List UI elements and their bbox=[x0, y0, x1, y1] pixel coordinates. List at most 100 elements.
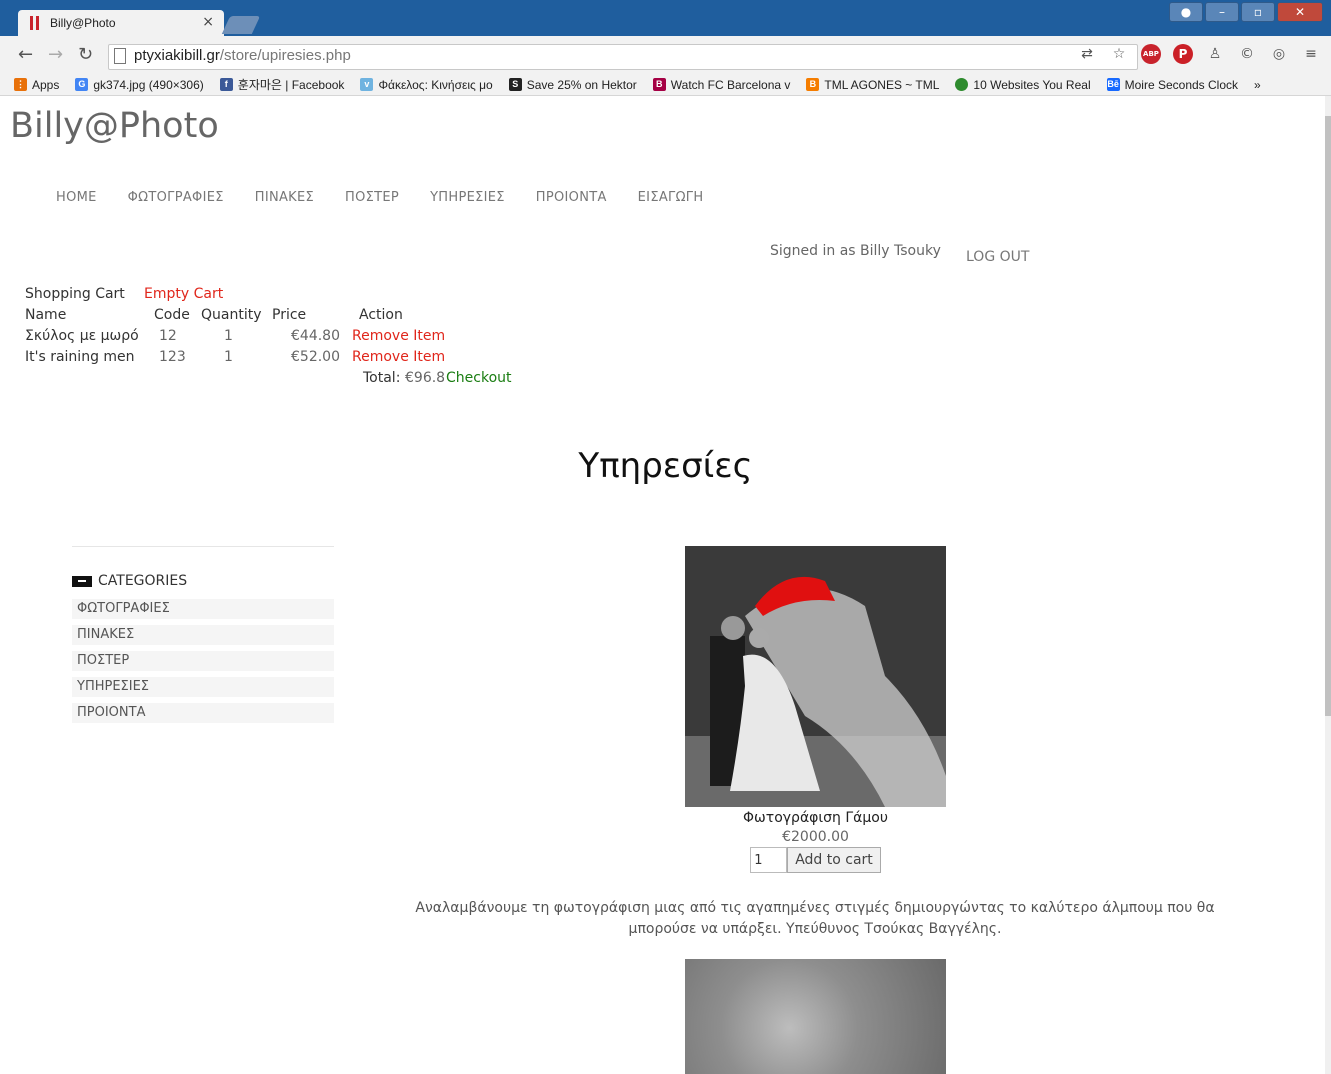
tab-close-icon[interactable]: × bbox=[202, 14, 214, 30]
second-product-photo[interactable] bbox=[685, 959, 946, 1074]
page-title: Υπηρεσίες bbox=[578, 446, 753, 486]
pinterest-icon[interactable]: P bbox=[1173, 44, 1193, 64]
extension-circle-icon[interactable]: ◎ bbox=[1269, 46, 1289, 62]
categories-sidebar: CATEGORIES ΦΩΤΟΓΡΑΦΙΕΣ ΠΙΝΑΚΕΣ ΠΟΣΤΕΡ ΥΠ… bbox=[72, 546, 334, 729]
category-photographs[interactable]: ΦΩΤΟΓΡΑΦΙΕΣ bbox=[72, 599, 334, 619]
bookmark-10-websites[interactable]: 10 Websites You Real bbox=[955, 78, 1091, 92]
barcelona-icon: B bbox=[652, 78, 666, 91]
remove-item-link[interactable]: Remove Item bbox=[352, 328, 445, 344]
nav-home[interactable]: HOME bbox=[56, 190, 97, 205]
logout-link[interactable]: LOG OUT bbox=[966, 249, 1029, 265]
browser-titlebar: Billy@Photo × ● – ▫ ✕ bbox=[0, 0, 1331, 36]
reload-icon[interactable]: ↻ bbox=[78, 44, 93, 65]
scrollbar-thumb[interactable] bbox=[1325, 116, 1331, 716]
categories-title: CATEGORIES bbox=[98, 573, 188, 589]
col-quantity: Quantity bbox=[201, 307, 262, 323]
wedding-photo[interactable] bbox=[685, 546, 946, 807]
bookmark-barcelona[interactable]: B Watch FC Barcelona v bbox=[652, 78, 790, 92]
tab-title: Billy@Photo bbox=[50, 16, 116, 30]
nav-services[interactable]: ΥΠΗΡΕΣΙΕΣ bbox=[430, 190, 505, 205]
bookmark-facebook[interactable]: f 훈자마은 | Facebook bbox=[219, 76, 344, 93]
extension-figure-icon[interactable]: ♙ bbox=[1205, 46, 1225, 62]
add-to-cart-button[interactable]: Add to cart bbox=[787, 847, 881, 873]
maximize-icon[interactable]: ▫ bbox=[1241, 2, 1275, 22]
total-value: €96.8 bbox=[405, 370, 446, 386]
user-profile-icon[interactable]: ● bbox=[1169, 2, 1203, 22]
bookmark-star-icon[interactable]: ☆ bbox=[1109, 46, 1129, 62]
bookmark-tml[interactable]: B TML AGONES ~ TML bbox=[806, 78, 939, 92]
item-name: Σκύλος με μωρό bbox=[25, 328, 139, 344]
url-text[interactable]: ptyxiakibill.gr/store/upiresies.php bbox=[134, 47, 351, 64]
item-quantity: 1 bbox=[224, 349, 233, 365]
signed-in-text: Signed in as Billy Tsouky bbox=[770, 243, 941, 259]
add-to-cart-form: Add to cart bbox=[685, 847, 946, 873]
quantity-input[interactable] bbox=[750, 847, 788, 873]
product-card: Φωτογράφιση Γάμου €2000.00 Add to cart bbox=[685, 546, 946, 873]
bookmarks-overflow[interactable]: » bbox=[1254, 78, 1261, 92]
apps-grid-icon: ⋮ bbox=[14, 78, 27, 91]
page-scrollbar[interactable] bbox=[1325, 96, 1331, 1074]
bookmark-gk374[interactable]: Ggk374.jpg (490×306) bbox=[75, 78, 204, 92]
url-path: /store/upiresies.php bbox=[219, 47, 351, 64]
checkout-link[interactable]: Checkout bbox=[446, 370, 512, 386]
categories-header[interactable]: CATEGORIES bbox=[72, 573, 334, 589]
product-description: Αναλαμβάνουμε τη φωτογράφιση μιας από τι… bbox=[415, 900, 1215, 937]
nav-posters[interactable]: ΠΟΣΤΕΡ bbox=[345, 190, 399, 205]
category-posters[interactable]: ΠΟΣΤΕΡ bbox=[72, 651, 334, 671]
nav-photographs[interactable]: ΦΩΤΟΓΡΑΦΙΕΣ bbox=[128, 190, 224, 205]
browser-tab[interactable]: Billy@Photo × bbox=[18, 10, 224, 36]
nav-products[interactable]: ΠΡΟΙΟΝΤΑ bbox=[536, 190, 607, 205]
site-brand[interactable]: Billy@Photo bbox=[10, 106, 219, 146]
forward-arrow-icon[interactable]: → bbox=[48, 44, 63, 65]
copyright-icon[interactable]: © bbox=[1237, 46, 1257, 62]
product-price: €2000.00 bbox=[782, 829, 849, 845]
cart-title: Shopping Cart bbox=[25, 286, 125, 302]
item-code: 123 bbox=[159, 349, 186, 365]
back-arrow-icon[interactable]: ← bbox=[18, 44, 33, 65]
category-products[interactable]: ΠΡΟΙΟΝΤΑ bbox=[72, 703, 334, 723]
facebook-icon: f bbox=[219, 78, 233, 91]
item-code: 12 bbox=[159, 328, 177, 344]
empty-cart-link[interactable]: Empty Cart bbox=[144, 286, 223, 302]
product-title: Φωτογράφιση Γάμου bbox=[743, 810, 888, 826]
steam-icon: S bbox=[508, 78, 522, 91]
bookmarks-bar: ⋮ Apps Ggk374.jpg (490×306) f 훈자마은 | Faceb… bbox=[0, 74, 1331, 96]
google-icon: G bbox=[75, 78, 89, 91]
item-price: €52.00 bbox=[291, 349, 340, 365]
extension-icons: ⇄ ☆ ABP P ♙ © ◎ ≡ bbox=[1077, 44, 1321, 64]
col-name: Name bbox=[25, 307, 67, 323]
close-window-icon[interactable]: ✕ bbox=[1277, 2, 1323, 22]
bookmark-apps[interactable]: ⋮ Apps bbox=[14, 78, 59, 92]
remove-item-link[interactable]: Remove Item bbox=[352, 349, 445, 365]
adblock-icon[interactable]: ABP bbox=[1141, 44, 1161, 64]
item-name: It's raining men bbox=[25, 349, 135, 365]
col-code: Code bbox=[154, 307, 190, 323]
bookmark-steam[interactable]: S Save 25% on Hektor bbox=[508, 78, 637, 92]
total-label: Total: bbox=[363, 370, 401, 386]
new-tab-button[interactable] bbox=[221, 16, 261, 34]
category-paintings[interactable]: ΠΙΝΑΚΕΣ bbox=[72, 625, 334, 645]
folder-site-icon: v bbox=[360, 78, 374, 91]
item-price: €44.80 bbox=[291, 328, 340, 344]
item-quantity: 1 bbox=[224, 328, 233, 344]
wedding-photo-illustration bbox=[685, 546, 946, 807]
bookmark-moire[interactable]: Bē Moire Seconds Clock bbox=[1106, 78, 1238, 92]
blogger-icon: B bbox=[806, 78, 820, 91]
page-icon bbox=[114, 48, 126, 64]
url-host: ptyxiakibill.gr bbox=[134, 47, 220, 64]
nav-paintings[interactable]: ΠΙΝΑΚΕΣ bbox=[255, 190, 314, 205]
nav-login[interactable]: ΕΙΣΑΓΩΓΗ bbox=[638, 190, 704, 205]
behance-icon: Bē bbox=[1106, 78, 1120, 91]
site-favicon-icon bbox=[30, 16, 42, 30]
collapse-minus-icon[interactable] bbox=[72, 575, 92, 587]
minimize-icon[interactable]: – bbox=[1205, 2, 1239, 22]
green-dot-icon bbox=[955, 78, 969, 91]
bookmark-folder-site[interactable]: v Φάκελος: Κινήσεις μο bbox=[360, 78, 493, 92]
translate-icon[interactable]: ⇄ bbox=[1077, 46, 1097, 62]
menu-icon[interactable]: ≡ bbox=[1301, 46, 1321, 62]
col-price: Price bbox=[272, 307, 307, 323]
main-nav: HOME ΦΩΤΟΓΡΑΦΙΕΣ ΠΙΝΑΚΕΣ ΠΟΣΤΕΡ ΥΠΗΡΕΣΙΕ… bbox=[56, 190, 703, 205]
col-action: Action bbox=[359, 307, 403, 323]
window-controls: ● – ▫ ✕ bbox=[1169, 2, 1323, 22]
category-services[interactable]: ΥΠΗΡΕΣΙΕΣ bbox=[72, 677, 334, 697]
